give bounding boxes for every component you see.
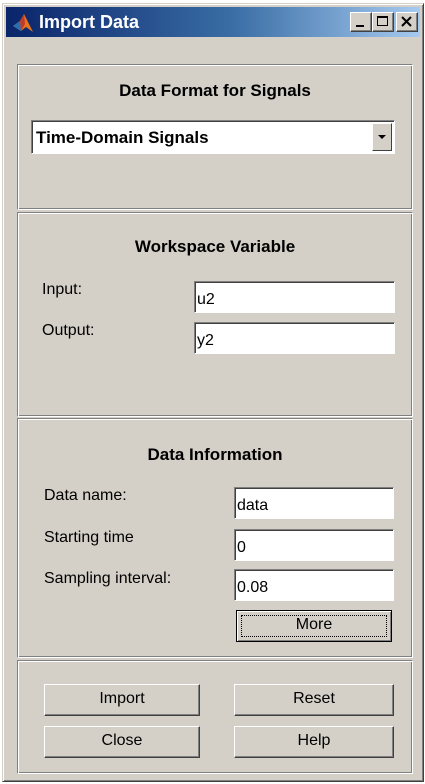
maximize-button[interactable]: [372, 12, 394, 32]
more-button-label: More: [295, 616, 333, 633]
sampling-interval-label: Sampling interval:: [44, 570, 172, 587]
import-data-window: Import Data Data Format for Signals Time…: [2, 3, 424, 782]
workspace-variable-panel: Workspace Variable Input: u2 Output: y2: [17, 212, 413, 417]
minimize-icon: [356, 25, 364, 27]
close-dialog-button[interactable]: Close: [44, 726, 200, 758]
dropdown-button[interactable]: [372, 123, 392, 151]
data-format-select[interactable]: Time-Domain Signals: [31, 120, 395, 154]
output-label: Output:: [42, 322, 95, 339]
more-button[interactable]: More: [236, 610, 392, 642]
output-field[interactable]: y2: [194, 322, 395, 354]
matlab-logo-icon: [13, 14, 33, 32]
input-field[interactable]: u2: [194, 281, 395, 313]
data-name-label: Data name:: [44, 487, 127, 504]
actions-panel: Import Reset Close Help: [17, 660, 413, 774]
data-format-heading: Data Format for Signals: [119, 81, 311, 100]
data-format-selected: Time-Domain Signals: [36, 128, 209, 147]
help-button[interactable]: Help: [234, 726, 394, 758]
starting-time-label: Starting time: [44, 529, 134, 546]
title-bar[interactable]: Import Data: [6, 7, 420, 37]
minimize-button[interactable]: [350, 12, 372, 32]
workspace-heading: Workspace Variable: [134, 237, 296, 256]
sampling-interval-field[interactable]: 0.08: [234, 569, 394, 601]
reset-button[interactable]: Reset: [234, 684, 394, 716]
close-icon: [401, 16, 412, 27]
data-name-field[interactable]: data: [234, 487, 394, 519]
maximize-icon: [377, 16, 388, 26]
data-information-panel: Data Information Data name: data Startin…: [17, 418, 413, 658]
starting-time-field[interactable]: 0: [234, 529, 394, 561]
window-title: Import Data: [39, 12, 140, 32]
input-label: Input:: [42, 281, 83, 298]
import-button[interactable]: Import: [44, 684, 200, 716]
close-button[interactable]: [396, 12, 418, 32]
chevron-down-icon: [378, 135, 386, 139]
data-info-heading: Data Information: [147, 445, 283, 464]
